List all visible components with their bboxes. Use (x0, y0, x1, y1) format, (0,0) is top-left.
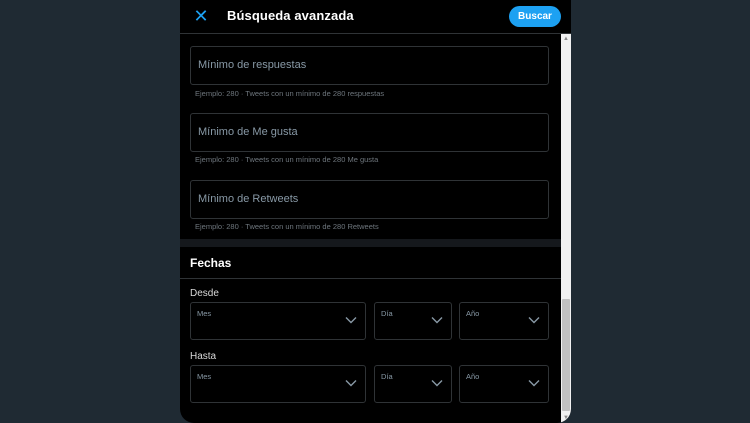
min-retweets-field[interactable]: Mínimo de Retweets (190, 180, 549, 219)
scrollbar-thumb[interactable] (562, 299, 570, 411)
chevron-down-icon (431, 317, 443, 324)
modal-header: ✕ Búsqueda avanzada Buscar (180, 0, 571, 34)
min-retweets-hint: Ejemplo: 280 · Tweets con un mínimo de 2… (195, 222, 379, 231)
from-date-label: Desde (190, 288, 219, 299)
to-month-label: Mes (197, 372, 212, 381)
search-button[interactable]: Buscar (509, 6, 561, 27)
scrollbar[interactable]: ▲ ▼ (561, 34, 571, 423)
from-day-select[interactable]: Día (374, 302, 452, 340)
from-day-label: Día (381, 309, 393, 318)
min-replies-field[interactable]: Mínimo de respuestas (190, 46, 549, 85)
to-year-select[interactable]: Año (459, 365, 549, 403)
from-year-label: Año (466, 309, 480, 318)
min-replies-hint: Ejemplo: 280 · Tweets con un mínimo de 2… (195, 89, 385, 98)
min-retweets-label: Mínimo de Retweets (198, 193, 299, 205)
advanced-search-modal: ✕ Búsqueda avanzada Buscar Mínimo de res… (180, 0, 571, 423)
modal-title: Búsqueda avanzada (227, 8, 354, 23)
from-year-select[interactable]: Año (459, 302, 549, 340)
to-day-select[interactable]: Día (374, 365, 452, 403)
chevron-down-icon (528, 380, 540, 387)
to-day-label: Día (381, 372, 393, 381)
chevron-down-icon (528, 317, 540, 324)
section-divider (180, 239, 561, 247)
section-line (180, 278, 561, 279)
from-month-label: Mes (197, 309, 212, 318)
chevron-down-icon (345, 380, 357, 387)
scroll-up-arrow-icon[interactable]: ▲ (561, 34, 571, 44)
modal-scroll-area: Mínimo de respuestas Ejemplo: 280 · Twee… (180, 34, 561, 423)
from-month-select[interactable]: Mes (190, 302, 366, 340)
min-replies-label: Mínimo de respuestas (198, 59, 307, 71)
close-icon[interactable]: ✕ (191, 6, 211, 26)
min-likes-field[interactable]: Mínimo de Me gusta (190, 113, 549, 152)
min-likes-label: Mínimo de Me gusta (198, 126, 298, 138)
to-date-label: Hasta (190, 351, 217, 362)
dates-section-title: Fechas (190, 256, 232, 270)
min-likes-hint: Ejemplo: 280 · Tweets con un mínimo de 2… (195, 155, 379, 164)
scroll-down-arrow-icon[interactable]: ▼ (561, 413, 571, 423)
chevron-down-icon (345, 317, 357, 324)
to-month-select[interactable]: Mes (190, 365, 366, 403)
to-year-label: Año (466, 372, 480, 381)
chevron-down-icon (431, 380, 443, 387)
